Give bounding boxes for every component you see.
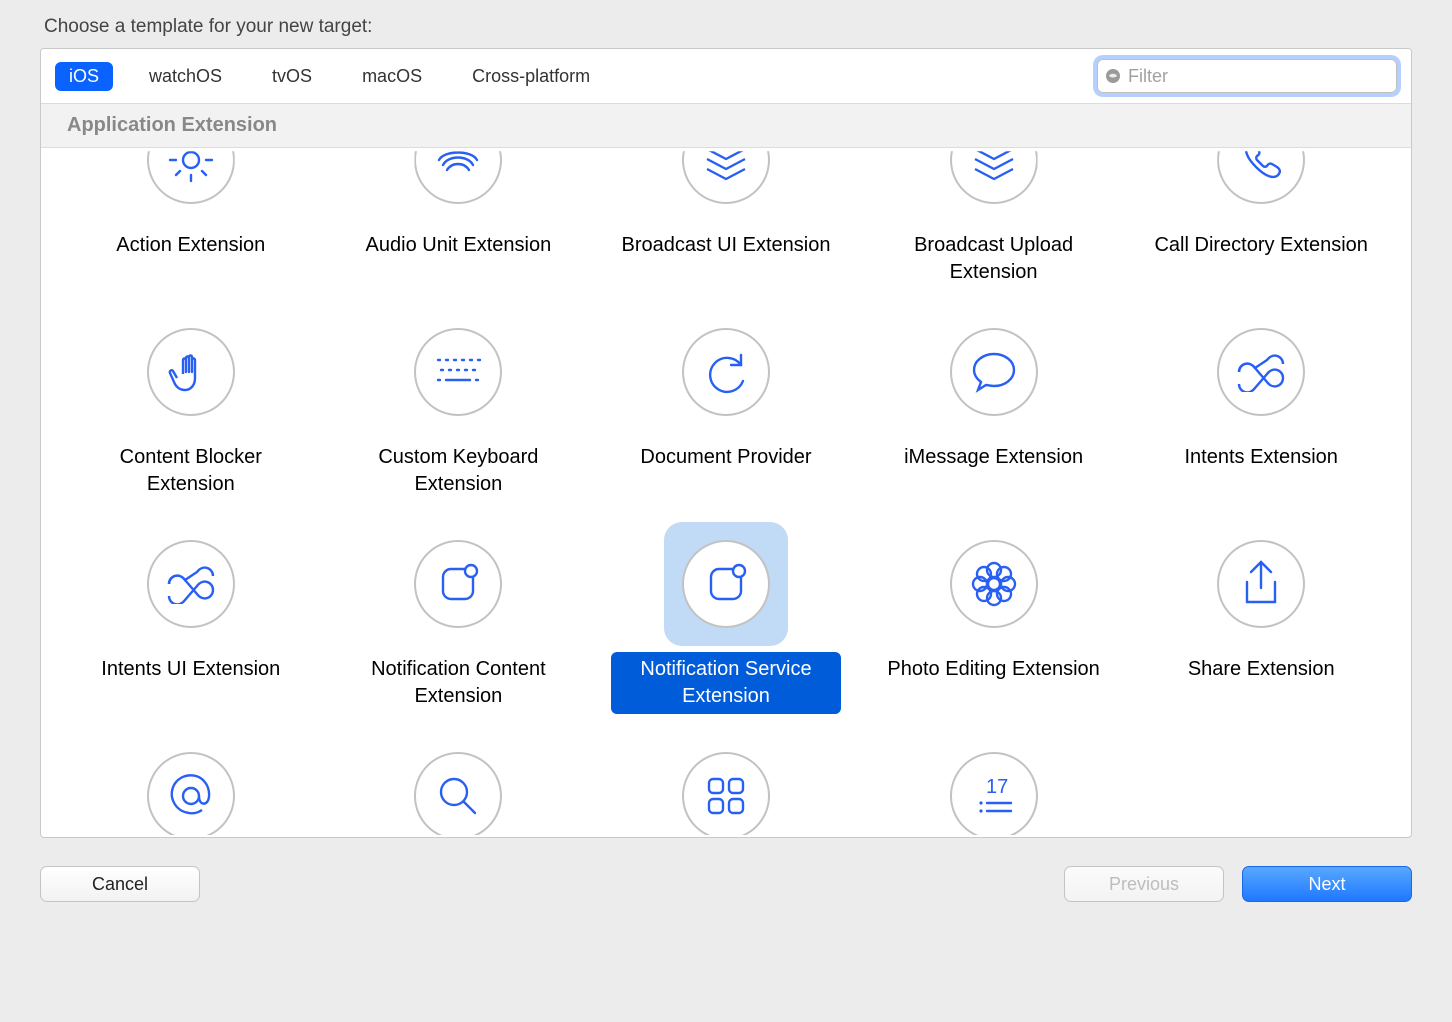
platform-tabbar: iOS watchOS tvOS macOS Cross-platform (41, 49, 1411, 104)
template-label: Broadcast Upload Extension (879, 228, 1109, 290)
template-item[interactable]: 17 (864, 734, 1124, 835)
tab-crossplatform[interactable]: Cross-platform (458, 62, 604, 91)
template-label: Intents Extension (1176, 440, 1345, 475)
grid-icon (682, 752, 770, 835)
template-label: Custom Keyboard Extension (343, 440, 573, 502)
template-label: iMessage Extension (896, 440, 1091, 475)
at-icon (147, 752, 235, 835)
layers-icon (682, 148, 770, 204)
template-item[interactable] (329, 734, 589, 835)
flower-icon (950, 540, 1038, 628)
template-call-directory-extension[interactable]: Call Directory Extension (1131, 148, 1391, 290)
infinity-icon (147, 540, 235, 628)
phone-icon (1217, 148, 1305, 204)
template-audio-unit-extension[interactable]: Audio Unit Extension (329, 148, 589, 290)
previous-button: Previous (1064, 866, 1224, 902)
template-document-provider[interactable]: Document Provider (596, 310, 856, 502)
template-label: Document Provider (632, 440, 819, 475)
dialog-title: Choose a template for your new target: (40, 16, 1412, 38)
template-item[interactable] (596, 734, 856, 835)
layers-icon (950, 148, 1038, 204)
template-scroll-area[interactable]: Action Extension Audio Unit Extension Br… (41, 148, 1411, 835)
template-label: Action Extension (108, 228, 273, 263)
search-icon (414, 752, 502, 835)
template-action-extension[interactable]: Action Extension (61, 148, 321, 290)
filter-input[interactable] (1128, 66, 1390, 87)
template-label: Call Directory Extension (1146, 228, 1375, 263)
refresh-icon (682, 328, 770, 416)
template-imessage-extension[interactable]: iMessage Extension (864, 310, 1124, 502)
svg-text:17: 17 (986, 776, 1008, 798)
filter-icon (1104, 67, 1122, 85)
template-label: Notification Content Extension (343, 652, 573, 714)
template-label: Share Extension (1180, 652, 1343, 687)
template-label: Broadcast UI Extension (613, 228, 838, 263)
template-notification-content-extension[interactable]: Notification Content Extension (329, 522, 589, 714)
notification-icon (682, 540, 770, 628)
gear-icon (147, 148, 235, 204)
template-label: Content Blocker Extension (76, 440, 306, 502)
today-icon: 17 (950, 752, 1038, 835)
keyboard-icon (414, 328, 502, 416)
template-item[interactable] (61, 734, 321, 835)
share-icon (1217, 540, 1305, 628)
template-content-blocker-extension[interactable]: Content Blocker Extension (61, 310, 321, 502)
template-label: Intents UI Extension (93, 652, 288, 687)
cancel-button[interactable]: Cancel (40, 866, 200, 902)
template-intents-extension[interactable]: Intents Extension (1131, 310, 1391, 502)
tab-macos[interactable]: macOS (348, 62, 436, 91)
notification-icon (414, 540, 502, 628)
template-broadcast-upload-extension[interactable]: Broadcast Upload Extension (864, 148, 1124, 290)
dialog-footer: Cancel Previous Next (40, 838, 1412, 902)
infinity-icon (1217, 328, 1305, 416)
speech-bubble-icon (950, 328, 1038, 416)
template-label: Notification Service Extension (611, 652, 841, 714)
template-custom-keyboard-extension[interactable]: Custom Keyboard Extension (329, 310, 589, 502)
next-button[interactable]: Next (1242, 866, 1412, 902)
tab-ios[interactable]: iOS (55, 62, 113, 91)
template-intents-ui-extension[interactable]: Intents UI Extension (61, 522, 321, 714)
tab-tvos[interactable]: tvOS (258, 62, 326, 91)
template-broadcast-ui-extension[interactable]: Broadcast UI Extension (596, 148, 856, 290)
template-share-extension[interactable]: Share Extension (1131, 522, 1391, 714)
template-photo-editing-extension[interactable]: Photo Editing Extension (864, 522, 1124, 714)
filter-field-wrap[interactable] (1097, 59, 1397, 93)
hand-icon (147, 328, 235, 416)
section-header: Application Extension (41, 104, 1411, 148)
tab-watchos[interactable]: watchOS (135, 62, 236, 91)
template-notification-service-extension[interactable]: Notification Service Extension (596, 522, 856, 714)
wave-icon (414, 148, 502, 204)
template-label: Audio Unit Extension (358, 228, 560, 263)
template-panel: iOS watchOS tvOS macOS Cross-platform Ap… (40, 48, 1412, 838)
template-label: Photo Editing Extension (879, 652, 1107, 687)
template-grid: Action Extension Audio Unit Extension Br… (41, 148, 1411, 835)
